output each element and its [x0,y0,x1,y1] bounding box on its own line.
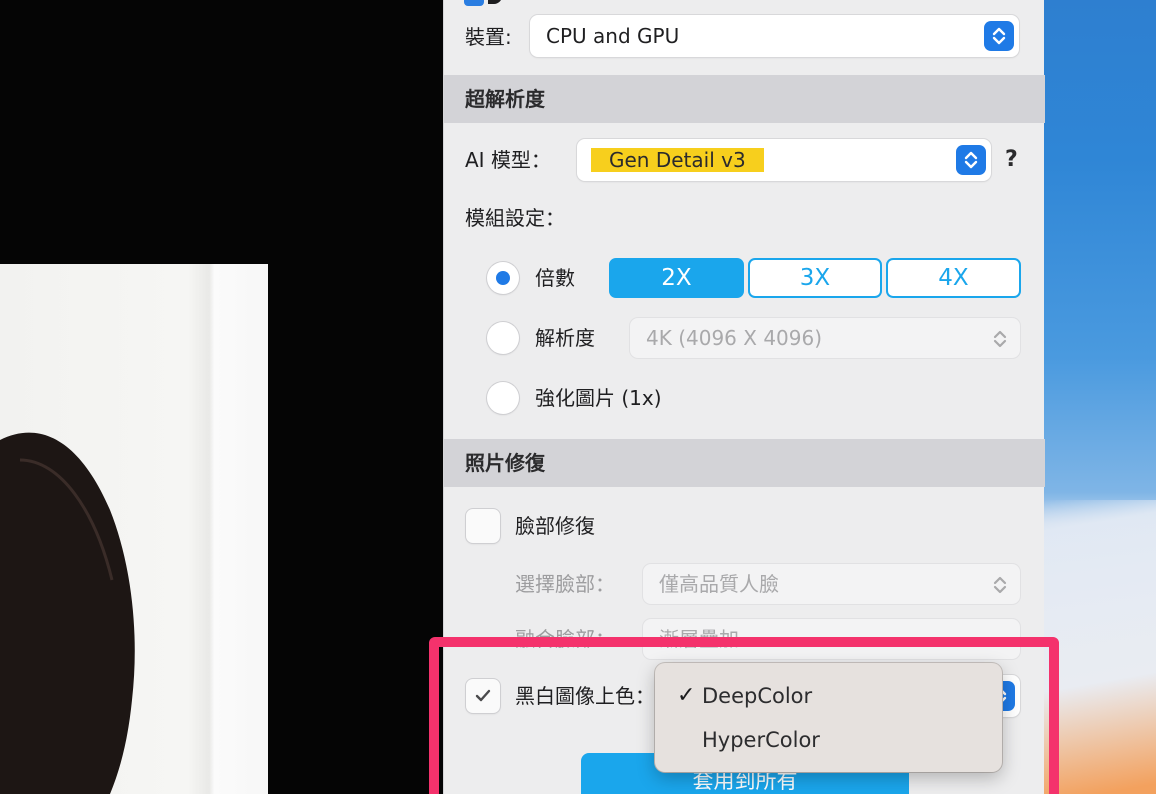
module-settings-label: 模組設定： [465,206,565,230]
scale-option-label: 倍數 [535,266,575,290]
select-face-select[interactable]: 僅高品質人臉 [643,564,1020,604]
dropdown-item-hypercolor[interactable]: HyperColor [655,722,1002,758]
select-stepper-icon [985,570,1015,600]
section-title: 照片修復 [465,451,545,475]
help-icon[interactable]: ? [1005,147,1018,172]
scale-3x-button[interactable]: 3X [748,258,882,298]
super-resolution-section: 超解析度 [444,75,1045,123]
device-label: 裝置: [465,25,512,49]
ai-model-select[interactable]: Gen Detail v3 [577,139,991,181]
section-title: 超解析度 [465,87,545,111]
select-stepper-icon [956,145,986,175]
select-stepper-icon [985,324,1015,354]
dropdown-item-label: DeepColor [702,684,813,708]
face-repair-label: 臉部修復 [515,514,595,538]
resolution-select[interactable]: 4K (4096 X 4096) [630,318,1020,358]
device-select[interactable]: CPU and GPU [530,15,1019,57]
face-repair-checkbox[interactable] [466,509,500,543]
select-face-value: 僅高品質人臉 [659,572,779,596]
dropdown-item-deepcolor[interactable]: ✓ DeepColor [655,678,1002,714]
enhance-option-label: 強化圖片 (1x) [535,386,662,410]
resolution-radio[interactable] [487,322,519,354]
checkmark-icon: ✓ [677,683,696,708]
desktop-wallpaper [1044,0,1156,794]
dropdown-item-label: HyperColor [702,728,820,752]
resolution-option-label: 解析度 [535,326,595,350]
scale-2x-button[interactable]: 2X [609,258,744,298]
ai-model-value: Gen Detail v3 [591,148,764,172]
scale-radio[interactable] [487,262,519,294]
ai-model-label: AI 模型： [465,148,551,172]
top-toggle-partial [488,0,502,4]
select-face-label: 選擇臉部： [515,572,615,596]
device-value: CPU and GPU [546,24,680,48]
photo-repair-section: 照片修復 [444,439,1045,487]
photo-subject-hair [0,400,150,794]
colorize-model-dropdown-menu: ✓ DeepColor HyperColor [655,663,1002,772]
scale-4x-button[interactable]: 4X [886,258,1021,298]
resolution-value: 4K (4096 X 4096) [646,326,823,350]
top-checkbox[interactable] [464,0,484,6]
enhance-radio[interactable] [487,382,519,414]
select-stepper-icon [984,21,1014,51]
